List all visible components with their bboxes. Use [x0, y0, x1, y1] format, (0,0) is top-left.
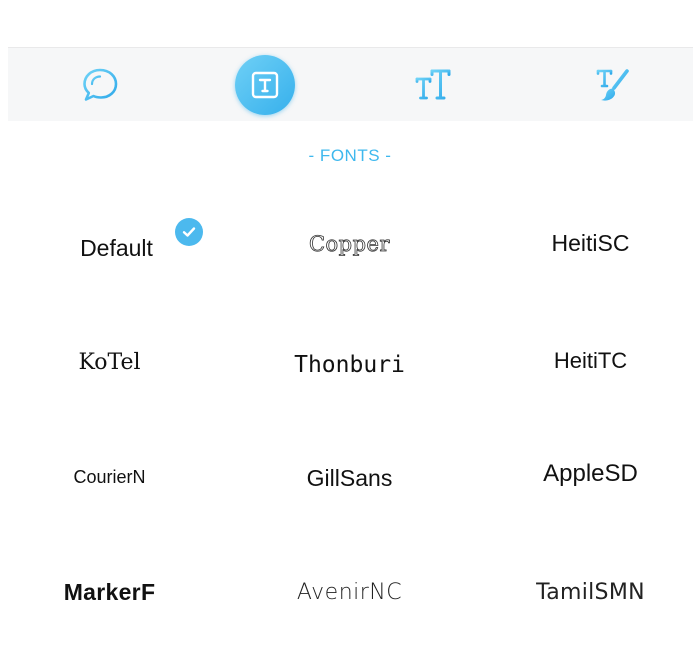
- font-option-couriern[interactable]: CourierN: [0, 447, 226, 507]
- font-option-heititc[interactable]: HeitiTC: [474, 331, 700, 391]
- font-label: AvenirNC: [296, 579, 403, 605]
- font-option-thonburi[interactable]: Thonburi: [233, 335, 466, 395]
- font-label: CourierN: [73, 466, 146, 487]
- active-tool-highlight: [235, 54, 295, 115]
- text-size-icon: [413, 67, 453, 103]
- text-box-icon: [250, 70, 280, 100]
- font-label: AppleSD: [543, 460, 638, 487]
- font-label: HeitiSC: [551, 229, 630, 256]
- font-option-avenirnc[interactable]: AvenirNC: [233, 562, 466, 622]
- font-label: Copper: [308, 232, 391, 257]
- font-option-markerf[interactable]: MarkerF: [0, 562, 226, 622]
- text-brush-icon: [594, 66, 632, 104]
- text-size-tool[interactable]: [398, 48, 468, 121]
- speech-bubble-tool[interactable]: [65, 48, 135, 121]
- font-option-tamilsmn[interactable]: TamilSMN: [474, 562, 700, 622]
- text-box-tool[interactable]: [230, 48, 300, 121]
- fonts-section-title: - FONTS -: [308, 146, 392, 165]
- font-option-applesd[interactable]: AppleSD: [474, 444, 700, 504]
- font-label: KoTel: [78, 349, 141, 375]
- font-label: HeitiTC: [553, 348, 628, 373]
- speech-bubble-icon: [81, 66, 119, 104]
- editor-toolbar: [8, 47, 693, 121]
- font-option-copper[interactable]: Copper: [233, 214, 466, 274]
- font-option-heitisc[interactable]: HeitiSC: [474, 213, 700, 273]
- text-brush-tool[interactable]: [578, 48, 648, 121]
- font-label: Default: [80, 234, 153, 261]
- font-option-gillsans[interactable]: GillSans: [233, 448, 466, 508]
- selected-check-icon: [175, 218, 203, 246]
- font-label: MarkerF: [63, 578, 156, 605]
- font-option-kotel[interactable]: KoTel: [0, 332, 226, 392]
- font-label: TamilSMN: [536, 579, 645, 605]
- font-label: GillSans: [306, 464, 393, 491]
- font-label: Thonburi: [294, 352, 405, 378]
